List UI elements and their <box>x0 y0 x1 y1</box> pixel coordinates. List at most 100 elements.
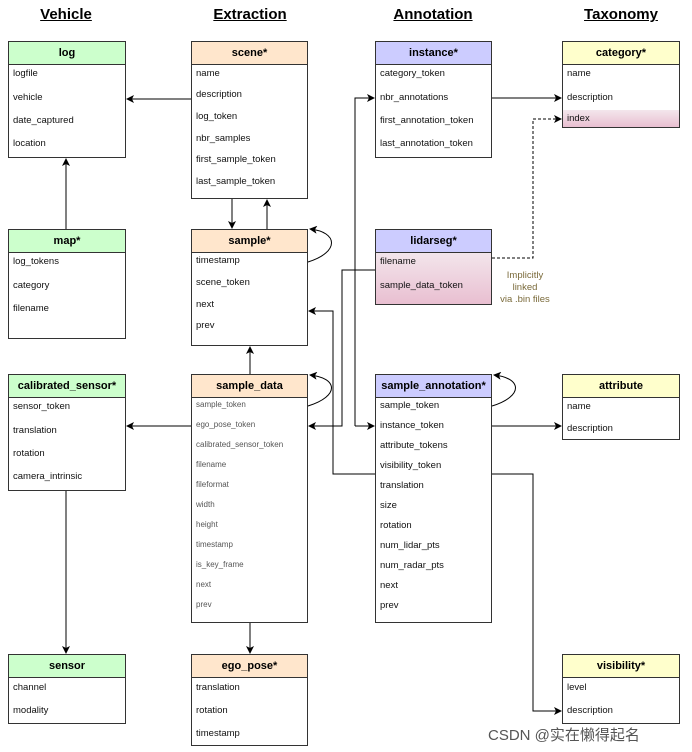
table-field: category_token <box>380 68 445 79</box>
table-field: num_radar_pts <box>380 560 444 571</box>
schema-diagram: Vehicle Extraction Annotation Taxonomy l… <box>0 0 692 752</box>
implicit-link-note: Implicitly linked via .bin files <box>496 270 554 306</box>
table-field: height <box>196 520 218 529</box>
table-field: next <box>380 580 398 591</box>
table-sample-annotation: sample_annotation* sample_token instance_t… <box>375 374 492 623</box>
table-field: rotation <box>380 520 412 531</box>
table-header: attribute <box>563 375 679 398</box>
table-field: description <box>196 89 242 100</box>
table-field: nbr_annotations <box>380 92 449 103</box>
table-field: next <box>196 299 214 310</box>
table-header: log <box>9 42 125 65</box>
table-field: filename <box>13 303 49 314</box>
table-field: instance_token <box>380 420 444 431</box>
table-field: sample_token <box>196 400 246 409</box>
table-ego-pose: ego_pose* translation rotation timestamp <box>191 654 308 746</box>
table-header: sample_annotation* <box>376 375 491 398</box>
table-field: calibrated_sensor_token <box>196 440 284 449</box>
table-field: timestamp <box>196 540 233 549</box>
table-field: sample_token <box>380 400 440 411</box>
table-calibrated-sensor: calibrated_sensor* sensor_token translatio… <box>8 374 126 491</box>
table-field: translation <box>13 425 57 436</box>
table-field: scene_token <box>196 277 250 288</box>
table-field: name <box>567 401 591 412</box>
note-line: Implicitly <box>506 270 544 281</box>
table-field: visibility_token <box>380 460 442 471</box>
table-field: name <box>567 68 591 79</box>
table-field: index <box>567 113 590 124</box>
table-field: log_tokens <box>13 256 59 267</box>
table-field: camera_intrinsic <box>13 471 83 482</box>
table-field: sensor_token <box>13 401 71 412</box>
table-field: filename <box>380 256 416 267</box>
table-field: logfile <box>13 68 38 79</box>
table-field: log_token <box>196 111 238 122</box>
watermark: CSDN @实在懒得起名 <box>488 727 640 744</box>
table-header: ego_pose* <box>192 655 307 678</box>
table-field: filename <box>196 460 227 469</box>
table-header: calibrated_sensor* <box>9 375 125 398</box>
lidarseg-to-sample-data <box>308 269 375 430</box>
table-header: scene* <box>192 42 307 65</box>
table-sensor: sensor channel modality <box>8 654 126 724</box>
table-field: num_lidar_pts <box>380 540 440 551</box>
annotation-self-loop <box>491 371 516 407</box>
table-field: ego_pose_token <box>196 420 256 429</box>
table-header: instance* <box>376 42 491 65</box>
table-field: first_annotation_token <box>380 115 474 126</box>
table-sample-data: sample_data sample_token ego_pose_tokencal… <box>191 374 308 623</box>
table-field: first_sample_token <box>196 154 276 165</box>
table-scene: scene* name description log_token nbr_sample… <box>191 41 308 199</box>
table-field: timestamp <box>196 728 240 739</box>
table-field: level <box>567 682 587 693</box>
note-line: linked <box>512 282 538 293</box>
table-attribute: attribute name description <box>562 374 680 440</box>
table-field: last_sample_token <box>196 176 276 187</box>
table-header: sample* <box>192 230 307 253</box>
table-log: log logfile vehicle date_captured location <box>8 41 126 158</box>
table-field: description <box>567 423 613 434</box>
table-field: rotation <box>196 705 228 716</box>
table-header: map* <box>9 230 125 253</box>
table-field: location <box>13 138 46 149</box>
table-field: last_annotation_token <box>380 138 473 149</box>
table-map: map* log_tokens category filename <box>8 229 126 339</box>
instance-annotation-link <box>354 94 375 426</box>
table-field: attribute_tokens <box>380 440 448 451</box>
table-field: date_captured <box>13 115 74 126</box>
table-lidarseg: lidarseg* filename sample_data_token <box>375 229 492 305</box>
table-field: vehicle <box>13 92 43 103</box>
table-field: category <box>13 280 50 291</box>
table-field: size <box>380 500 397 511</box>
table-field: is_key_frame <box>196 560 244 569</box>
table-field: description <box>567 92 613 103</box>
lidarseg-to-category-index <box>492 115 562 259</box>
table-header: category* <box>563 42 679 65</box>
table-field: width <box>196 500 215 509</box>
table-instance: instance* category_token nbr_annotationsfi… <box>375 41 492 158</box>
table-field: prev <box>380 600 399 611</box>
table-field: nbr_samples <box>196 133 251 144</box>
sample-data-self-loop <box>307 371 332 407</box>
table-field: channel <box>13 682 47 693</box>
annotation-to-visibility <box>492 473 562 715</box>
table-header: sensor <box>9 655 125 678</box>
table-field: rotation <box>13 448 45 459</box>
table-field: timestamp <box>196 255 240 266</box>
table-field: fileformat <box>196 480 229 489</box>
table-sample: sample* timestamp scene_tokennext prev <box>191 229 308 346</box>
table-field: name <box>196 68 220 79</box>
table-field: prev <box>196 600 212 609</box>
table-visibility: visibility* level description <box>562 654 680 724</box>
table-field: translation <box>196 682 240 693</box>
table-category: category* name description index <box>562 41 680 128</box>
note-line: via .bin files <box>500 294 550 305</box>
table-field: prev <box>196 320 215 331</box>
table-field: modality <box>13 705 49 716</box>
table-field: description <box>567 705 613 716</box>
table-field: translation <box>380 480 424 491</box>
table-field: next <box>196 580 212 589</box>
table-field: sample_data_token <box>380 280 463 291</box>
table-header: sample_data <box>192 375 307 398</box>
sample-self-loop <box>307 225 332 263</box>
